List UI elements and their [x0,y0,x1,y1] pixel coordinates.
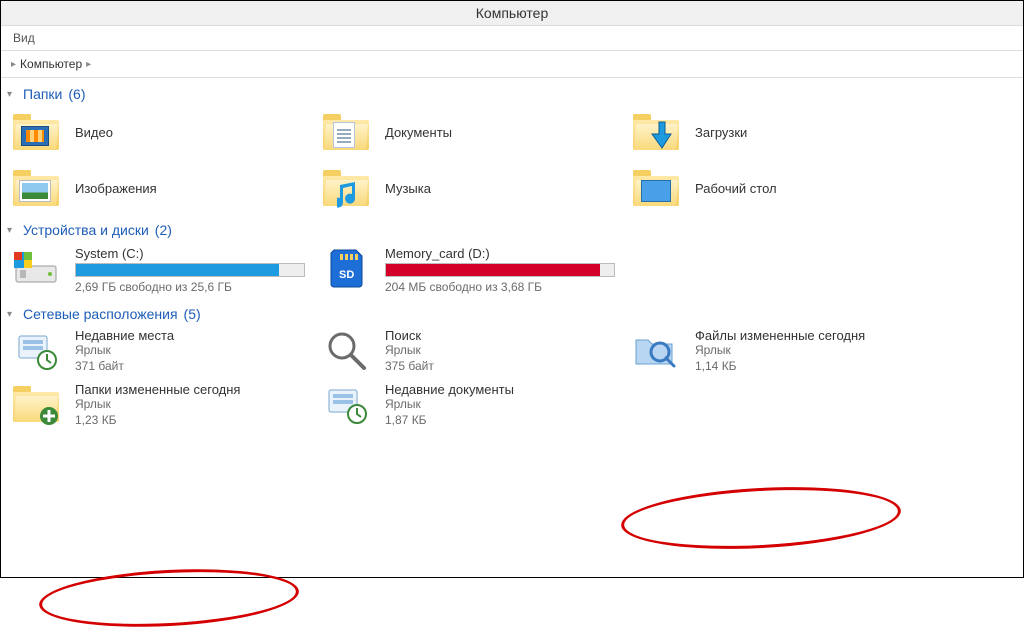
network-item-type: Ярлык [385,343,434,359]
chevron-right-icon: ▸ [11,59,16,70]
network-item-size: 1,87 КБ [385,413,514,429]
network-item-size: 1,14 КБ [695,359,865,375]
drive-memory-card[interactable]: SD Memory_card (D:) 204 МБ свободно из 3… [321,242,631,298]
videos-folder-icon [11,110,61,154]
network-item-size: 1,23 КБ [75,413,240,429]
breadcrumb-root[interactable]: Компьютер [20,57,82,71]
folder-pictures[interactable]: Изображения [11,162,321,214]
drive-capacity-bar [75,263,305,277]
section-folders[interactable]: ▾ Папки (6) [1,78,1023,106]
folder-documents[interactable]: Документы [321,106,631,158]
search-folder-icon [631,328,681,372]
network-folders-today[interactable]: Папки измененные сегодня Ярлык 1,23 КБ [11,380,321,430]
network-item-name: Поиск [385,328,434,343]
section-folders-count: (6) [68,86,85,102]
svg-text:SD: SD [339,269,354,281]
folder-downloads[interactable]: Загрузки [631,106,941,158]
network-recent-places[interactable]: Недавние места Ярлык 371 байт [11,326,321,376]
folder-music[interactable]: Музыка [321,162,631,214]
drive-name: System (C:) [75,246,305,261]
drive-free-text: 2,69 ГБ свободно из 25,6 ГБ [75,280,305,294]
desktop-folder-icon [631,166,681,210]
network-item-size: 371 байт [75,359,174,375]
collapse-icon: ▾ [7,309,17,320]
folder-label: Видео [75,125,113,140]
folder-label: Загрузки [695,125,747,140]
folder-label: Музыка [385,181,431,196]
breadcrumb[interactable]: ▸ Компьютер ▸ [1,51,1023,78]
drive-capacity-bar [385,263,615,277]
section-drives[interactable]: ▾ Устройства и диски (2) [1,214,1023,242]
drive-fill [386,264,600,276]
folder-label: Изображения [75,181,157,196]
collapse-icon: ▾ [7,225,17,236]
network-item-size: 375 байт [385,359,434,375]
folder-label: Документы [385,125,452,140]
section-folders-title: Папки [23,86,62,102]
downloads-folder-icon [631,110,681,154]
annotation-circle-icon [620,481,903,556]
network-item-name: Файлы измененные сегодня [695,328,865,343]
menu-view[interactable]: Вид [13,31,35,45]
network-item-name: Недавние места [75,328,174,343]
collapse-icon: ▾ [7,89,17,100]
drive-name: Memory_card (D:) [385,246,615,261]
documents-folder-icon [321,110,371,154]
network-files-today[interactable]: Файлы измененные сегодня Ярлык 1,14 КБ [631,326,941,376]
drive-fill [76,264,279,276]
drive-free-text: 204 МБ свободно из 3,68 ГБ [385,280,615,294]
hdd-icon [11,246,61,290]
music-folder-icon [321,166,371,210]
recent-places-icon [11,328,61,372]
sd-card-icon: SD [321,246,371,290]
folder-add-icon [11,382,61,426]
network-item-name: Папки измененные сегодня [75,382,240,397]
section-network-title: Сетевые расположения [23,306,178,322]
chevron-right-icon: ▸ [86,59,91,70]
section-network-count: (5) [184,306,201,322]
network-item-type: Ярлык [75,397,240,413]
menu-bar: Вид [1,26,1023,51]
section-drives-count: (2) [155,222,172,238]
network-item-type: Ярлык [75,343,174,359]
network-item-name: Недавние документы [385,382,514,397]
pictures-folder-icon [11,166,61,210]
network-search[interactable]: Поиск Ярлык 375 байт [321,326,631,376]
section-network[interactable]: ▾ Сетевые расположения (5) [1,298,1023,326]
folder-desktop[interactable]: Рабочий стол [631,162,941,214]
folder-label: Рабочий стол [695,181,777,196]
section-drives-title: Устройства и диски [23,222,149,238]
network-recent-docs[interactable]: Недавние документы Ярлык 1,87 КБ [321,380,631,430]
network-item-type: Ярлык [695,343,865,359]
window-title: Компьютер [1,1,1023,26]
search-icon [321,328,371,372]
network-item-type: Ярлык [385,397,514,413]
folder-videos[interactable]: Видео [11,106,321,158]
drive-system[interactable]: System (C:) 2,69 ГБ свободно из 25,6 ГБ [11,242,321,298]
annotation-circle-icon [38,563,301,633]
recent-docs-icon [321,382,371,426]
